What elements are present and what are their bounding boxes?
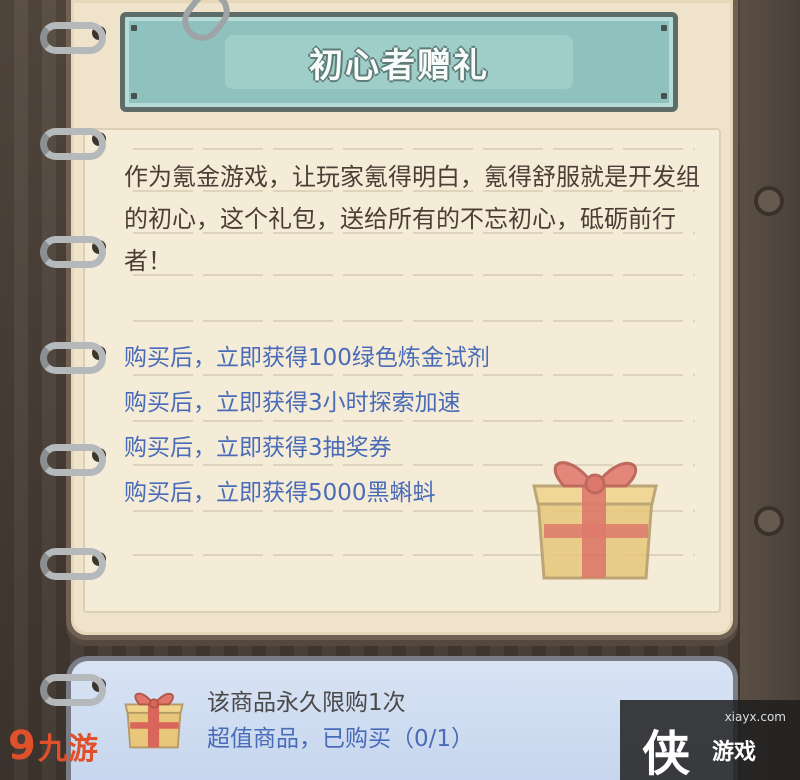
panel-title: 初心者赠礼 bbox=[309, 45, 489, 86]
jiuyou-logo-mark: 9 bbox=[8, 723, 36, 769]
purchase-limit-text: 该商品永久限购1次 bbox=[207, 690, 406, 716]
gift-description: 作为氪金游戏，让玩家氪得明白，氪得舒服就是开发组的初心，这个礼包，送给所有的不忘… bbox=[124, 163, 700, 275]
watermark-jiuyou: 9 九游 bbox=[0, 712, 150, 780]
binder-ring-icon bbox=[40, 444, 106, 476]
binder-ring-icon bbox=[40, 674, 106, 706]
reward-item: 购买后，立即获得100绿色炼金试剂 bbox=[124, 345, 490, 371]
right-frame bbox=[740, 0, 800, 780]
binder-ring-icon bbox=[40, 128, 106, 160]
xiayx-url: xiayx.com bbox=[724, 710, 786, 724]
jiuyou-logo-text: 九游 bbox=[37, 732, 98, 767]
reward-item: 购买后，立即获得3小时探索加速 bbox=[124, 390, 461, 416]
gift-box-icon bbox=[532, 461, 658, 580]
frame-bolt-icon bbox=[754, 186, 784, 216]
binder-ring-icon bbox=[40, 342, 106, 374]
purchase-status-text: 超值商品，已购买（0/1） bbox=[207, 726, 475, 752]
xiayx-logo-glyph: 侠 bbox=[642, 726, 691, 780]
xiayx-logo-text: 游戏 bbox=[712, 740, 757, 765]
binder-ring-icon bbox=[40, 22, 106, 54]
frame-bolt-icon bbox=[754, 506, 784, 536]
binder-ring-icon bbox=[40, 548, 106, 580]
watermark-xiayx: xiayx.com 侠 游戏 bbox=[620, 700, 800, 780]
binder-ring-icon bbox=[40, 236, 106, 268]
